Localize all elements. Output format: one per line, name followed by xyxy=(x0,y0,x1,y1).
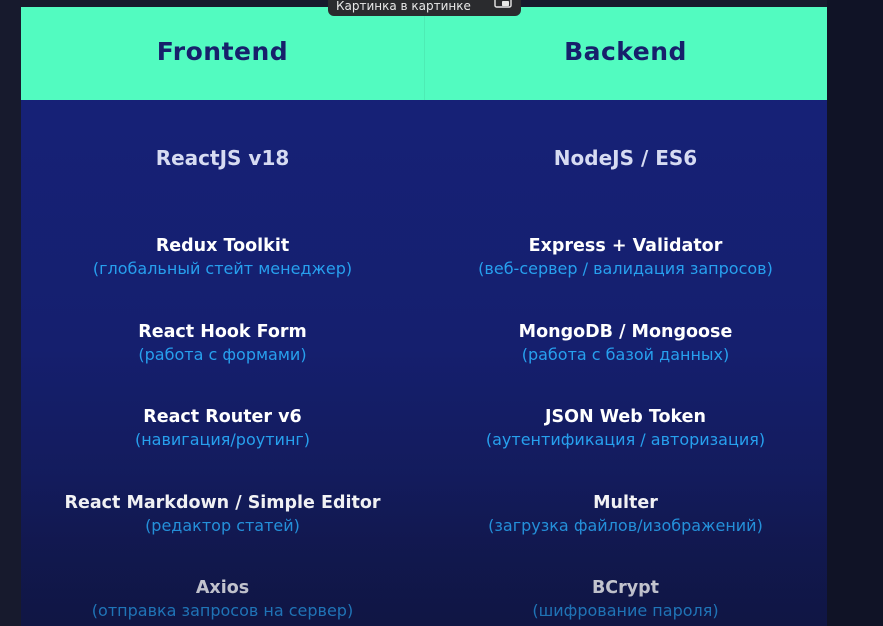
video-side-strip xyxy=(827,0,883,626)
tooltip-label: Картинка в картинке xyxy=(336,0,471,13)
frontend-item: React Markdown / Simple Editor (редактор… xyxy=(21,491,424,537)
backend-title: Backend xyxy=(564,37,687,66)
frontend-item: React Hook Form (работа с формами) xyxy=(21,320,424,366)
backend-item-name: BCrypt xyxy=(591,578,660,598)
backend-item: MongoDB / Mongoose (работа с базой данны… xyxy=(424,320,827,366)
backend-item: Express + Validator (веб-сервер / валида… xyxy=(424,234,827,280)
frontend-item-name: React Router v6 xyxy=(143,407,302,427)
backend-main-item: NodeJS / ES6 xyxy=(424,146,827,170)
frontend-item-desc: (отправка запросов на сервер) xyxy=(91,601,354,620)
backend-item-name: Multer xyxy=(593,493,658,513)
backend-item-name: Express + Validator xyxy=(528,236,723,256)
frontend-item-name: Axios xyxy=(195,578,250,598)
slide: Frontend Backend ReactJS v18 Redux Toolk… xyxy=(21,7,827,626)
picture-in-picture-icon[interactable] xyxy=(494,0,512,8)
frontend-item-name: Redux Toolkit xyxy=(155,236,290,256)
backend-item-name: JSON Web Token xyxy=(544,407,707,427)
frontend-item: Redux Toolkit (глобальный стейт менеджер… xyxy=(21,234,424,280)
frontend-main-item: ReactJS v18 xyxy=(21,146,424,170)
slide-header: Frontend Backend xyxy=(21,7,827,100)
backend-item-desc: (шифрование пароля) xyxy=(532,601,719,620)
backend-main-name: NodeJS / ES6 xyxy=(553,146,698,170)
backend-item: JSON Web Token (аутентификация / авториз… xyxy=(424,405,827,451)
frontend-item-desc: (редактор статей) xyxy=(145,516,300,535)
frontend-title: Frontend xyxy=(156,37,289,66)
backend-item-desc: (загрузка файлов/изображений) xyxy=(488,516,763,535)
backend-item-desc: (аутентификация / авторизация) xyxy=(485,430,766,449)
frontend-item-desc: (работа с формами) xyxy=(138,345,307,364)
backend-item-desc: (работа с базой данных) xyxy=(521,345,730,364)
backend-item-name: MongoDB / Mongoose xyxy=(518,322,733,342)
backend-item: Multer (загрузка файлов/изображений) xyxy=(424,491,827,537)
frontend-item-desc: (навигация/роутинг) xyxy=(134,430,311,449)
frontend-item: Axios (отправка запросов на сервер) xyxy=(21,576,424,622)
frontend-item-name: React Markdown / Simple Editor xyxy=(64,493,381,513)
frontend-main-name: ReactJS v18 xyxy=(155,146,290,170)
backend-item-desc: (веб-сервер / валидация запросов) xyxy=(478,259,773,278)
frontend-item-name: React Hook Form xyxy=(138,322,307,342)
picture-in-picture-tooltip[interactable]: Картинка в картинке xyxy=(328,0,521,16)
backend-item: BCrypt (шифрование пароля) xyxy=(424,576,827,622)
frontend-item: React Router v6 (навигация/роутинг) xyxy=(21,405,424,451)
frontend-item-desc: (глобальный стейт менеджер) xyxy=(92,259,353,278)
